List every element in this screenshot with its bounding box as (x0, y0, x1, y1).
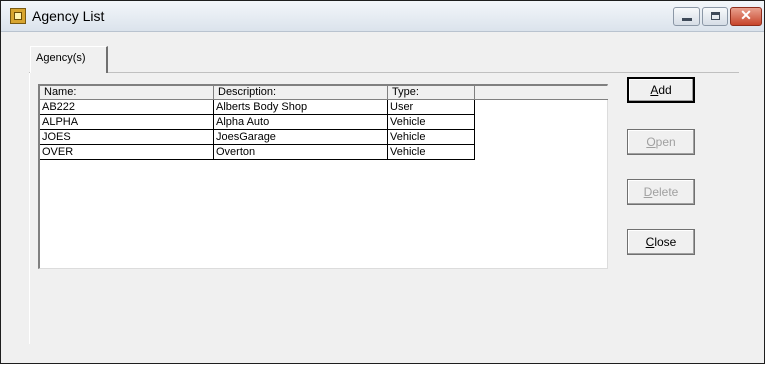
table-row[interactable]: ALPHA Alpha Auto Vehicle (40, 115, 475, 130)
table-row[interactable]: OVER Overton Vehicle (40, 145, 475, 160)
cell-name: AB222 (40, 100, 214, 115)
window-title: Agency List (32, 8, 105, 24)
column-header-name[interactable]: Name: (40, 86, 214, 100)
cell-type: Vehicle (388, 115, 475, 130)
cell-name: ALPHA (40, 115, 214, 130)
cell-type: User (388, 100, 475, 115)
close-button[interactable]: Close (627, 229, 695, 255)
add-button[interactable]: Add (627, 77, 695, 103)
cell-description: JoesGarage (214, 130, 388, 145)
cell-description: Alberts Body Shop (214, 100, 388, 115)
maximize-icon (711, 12, 720, 20)
tab-agencies[interactable]: Agency(s) (30, 46, 108, 73)
agency-list-window: Agency List ✕ Agency(s) Name: Descriptio… (0, 0, 765, 364)
column-header-description[interactable]: Description: (214, 86, 388, 100)
agency-list-app-icon (10, 8, 26, 24)
add-button-label: dd (658, 83, 672, 97)
cell-description: Alpha Auto (214, 115, 388, 130)
window-close-button[interactable]: ✕ (730, 7, 762, 26)
cell-type: Vehicle (388, 130, 475, 145)
table-header: Name: Description: Type: (40, 86, 608, 100)
maximize-button[interactable] (702, 7, 728, 26)
table-row[interactable]: JOES JoesGarage Vehicle (40, 130, 475, 145)
close-icon: ✕ (740, 7, 752, 23)
open-button-mnemonic: O (646, 135, 656, 149)
cell-name: OVER (40, 145, 214, 160)
column-header-empty (475, 86, 608, 100)
table-row[interactable]: AB222 Alberts Body Shop User (40, 100, 475, 115)
delete-button[interactable]: Delete (627, 179, 695, 205)
agency-table[interactable]: Name: Description: Type: AB222 Alberts B… (38, 84, 608, 269)
minimize-button[interactable] (673, 7, 700, 26)
tab-label: Agency(s) (36, 52, 86, 64)
delete-button-mnemonic: D (643, 185, 653, 199)
open-button[interactable]: Open (627, 129, 695, 155)
close-button-label: lose (654, 235, 677, 249)
column-header-type[interactable]: Type: (388, 86, 475, 100)
minimize-icon (682, 18, 692, 21)
cell-type: Vehicle (388, 145, 475, 160)
open-button-label: pen (655, 135, 676, 149)
title-bar[interactable]: Agency List ✕ (1, 1, 764, 32)
cell-name: JOES (40, 130, 214, 145)
cell-description: Overton (214, 145, 388, 160)
delete-button-label: elete (652, 185, 679, 199)
